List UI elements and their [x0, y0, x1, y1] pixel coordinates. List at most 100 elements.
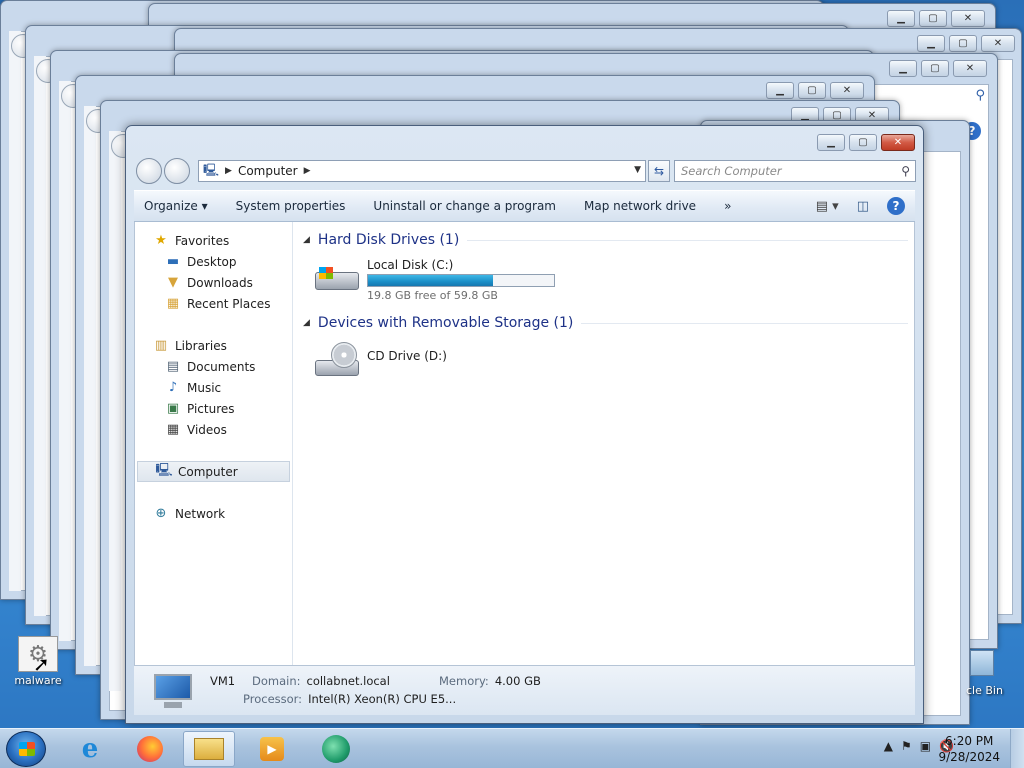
maximize-button[interactable]: ▢	[949, 35, 977, 52]
file-list: ◢ Hard Disk Drives (1) Local Disk (C:) 1…	[295, 222, 914, 665]
nav-item-recent-places[interactable]: ▦ Recent Places	[135, 293, 292, 314]
taskbar-internet-explorer[interactable]: e	[64, 731, 116, 767]
nav-item-documents[interactable]: ▤ Documents	[135, 356, 292, 377]
group-divider	[581, 322, 908, 324]
nav-item-pictures[interactable]: ▣ Pictures	[135, 398, 292, 419]
chevron-right-icon[interactable]: ▶	[304, 166, 311, 176]
nav-item-label: Desktop	[187, 254, 237, 269]
explorer-window[interactable]: ▁ ▢ ✕ 🖳 ▶ Computer ▶ ▼ ⇆ Search Computer…	[125, 125, 924, 724]
caption-buttons: ▁ ▢ ✕	[917, 35, 1015, 52]
memory-value: 4.00 GB	[494, 674, 541, 688]
close-button[interactable]: ✕	[981, 35, 1015, 52]
nav-item-downloads[interactable]: ▼ Downloads	[135, 272, 292, 293]
start-button[interactable]	[6, 731, 46, 767]
nav-item-videos[interactable]: ▦ Videos	[135, 419, 292, 440]
close-button[interactable]: ✕	[881, 134, 915, 151]
memory-label: Memory:	[439, 674, 489, 688]
back-button[interactable]	[136, 158, 162, 184]
drive-local-disk[interactable]: Local Disk (C:) 19.8 GB free of 59.8 GB	[313, 258, 555, 302]
collapse-triangle-icon[interactable]: ◢	[303, 235, 310, 245]
nav-item-label: Pictures	[187, 401, 235, 416]
minimize-button[interactable]: ▁	[887, 10, 915, 27]
forward-button[interactable]	[164, 158, 190, 184]
refresh-button[interactable]: ⇆	[648, 160, 670, 182]
group-divider	[467, 239, 908, 241]
media-player-icon: ▶	[260, 737, 284, 761]
search-placeholder: Search Computer	[681, 164, 782, 178]
action-center-flag-icon[interactable]: ⚑	[901, 739, 912, 753]
computer-icon: 🖳	[155, 462, 173, 478]
uninstall-program-button[interactable]: Uninstall or change a program	[359, 199, 570, 213]
document-icon: ▤	[166, 359, 180, 374]
maximize-button[interactable]: ▢	[849, 134, 877, 151]
close-button[interactable]: ✕	[951, 10, 985, 27]
chevron-down-icon[interactable]: ▼	[634, 165, 641, 175]
nav-item-music[interactable]: ♪ Music	[135, 377, 292, 398]
domain-value: collabnet.local	[306, 674, 390, 688]
breadcrumb-computer[interactable]: Computer	[238, 164, 298, 178]
clock-date: 9/28/2024	[938, 750, 1000, 764]
music-icon: ♪	[168, 380, 178, 395]
show-hidden-icons-icon[interactable]: ▲	[884, 739, 893, 753]
address-bar[interactable]: 🖳 ▶ Computer ▶ ▼	[198, 160, 646, 182]
group-header-hard-disks[interactable]: ◢ Hard Disk Drives (1)	[303, 230, 908, 250]
nav-item-desktop[interactable]: ▬ Desktop	[135, 251, 292, 272]
collapse-triangle-icon[interactable]: ◢	[303, 318, 310, 328]
nav-item-libraries[interactable]: ▥ Libraries	[135, 335, 292, 356]
downloads-folder-icon: ▼	[168, 275, 178, 290]
nav-item-label: Network	[175, 506, 226, 521]
organize-button[interactable]: Organize ▾	[134, 199, 222, 213]
system-properties-button[interactable]: System properties	[222, 199, 360, 213]
cursor-icon: ➚	[33, 652, 50, 676]
view-controls: ▤ ▾ ◫ ?	[816, 197, 905, 215]
search-icon[interactable]: ⚲	[901, 164, 910, 178]
search-icon[interactable]: ⚲	[975, 88, 985, 103]
nav-item-network[interactable]: ⊕ Network	[135, 503, 292, 524]
taskbar-windows-explorer[interactable]	[183, 731, 235, 767]
help-icon[interactable]: ?	[887, 197, 905, 215]
caption-buttons: ▁ ▢ ✕	[817, 134, 915, 151]
show-desktop-button[interactable]	[1010, 729, 1024, 768]
change-view-icon[interactable]: ▤ ▾	[816, 199, 839, 214]
group-header-removable[interactable]: ◢ Devices with Removable Storage (1)	[303, 313, 908, 333]
background-window-edge	[84, 106, 96, 666]
drive-cd[interactable]: CD Drive (D:)	[313, 342, 447, 382]
maximize-button[interactable]: ▢	[921, 60, 949, 77]
desktop-icon-recycle-bin[interactable]: cle Bin	[966, 650, 1024, 697]
preview-pane-icon[interactable]: ◫	[857, 199, 869, 214]
minimize-button[interactable]: ▁	[817, 134, 845, 151]
processor-info: Processor: Intel(R) Xeon(R) CPU E5...	[243, 692, 456, 706]
taskbar-app[interactable]	[310, 731, 362, 767]
close-button[interactable]: ✕	[830, 82, 864, 99]
minimize-button[interactable]: ▁	[766, 82, 794, 99]
nav-item-computer[interactable]: 🖳 Computer	[137, 461, 290, 482]
computer-icon: 🖳	[203, 162, 220, 177]
clock-time: 6:20 PM	[945, 734, 994, 748]
map-network-drive-button[interactable]: Map network drive	[570, 199, 710, 213]
minimize-button[interactable]: ▁	[889, 60, 917, 77]
maximize-button[interactable]: ▢	[919, 10, 947, 27]
close-button[interactable]: ✕	[953, 60, 987, 77]
network-icon[interactable]: ▣	[920, 739, 931, 753]
computer-icon	[150, 672, 196, 710]
nav-item-favorites[interactable]: ★ Favorites	[135, 230, 292, 251]
chevron-right-icon[interactable]: ▶	[225, 166, 232, 176]
taskbar-firefox[interactable]	[124, 731, 176, 767]
clock[interactable]: 6:20 PM 9/28/2024	[938, 733, 1000, 765]
windows-logo-icon	[19, 742, 35, 756]
more-commands-button[interactable]: »	[710, 199, 745, 213]
taskbar-media-player[interactable]: ▶	[246, 731, 298, 767]
processor-label: Processor:	[243, 692, 303, 706]
desktop-icon-label: cle Bin	[966, 684, 1003, 697]
group-header-label: Devices with Removable Storage (1)	[317, 315, 574, 331]
background-window-edge	[9, 31, 21, 591]
maximize-button[interactable]: ▢	[798, 82, 826, 99]
nav-item-label: Downloads	[187, 275, 253, 290]
processor-value: Intel(R) Xeon(R) CPU E5...	[308, 692, 457, 706]
drive-name: CD Drive (D:)	[367, 349, 447, 363]
drive-info: Local Disk (C:) 19.8 GB free of 59.8 GB	[367, 258, 555, 302]
group-header-label: Hard Disk Drives (1)	[317, 232, 460, 248]
minimize-button[interactable]: ▁	[917, 35, 945, 52]
search-input[interactable]: Search Computer ⚲	[674, 160, 916, 182]
